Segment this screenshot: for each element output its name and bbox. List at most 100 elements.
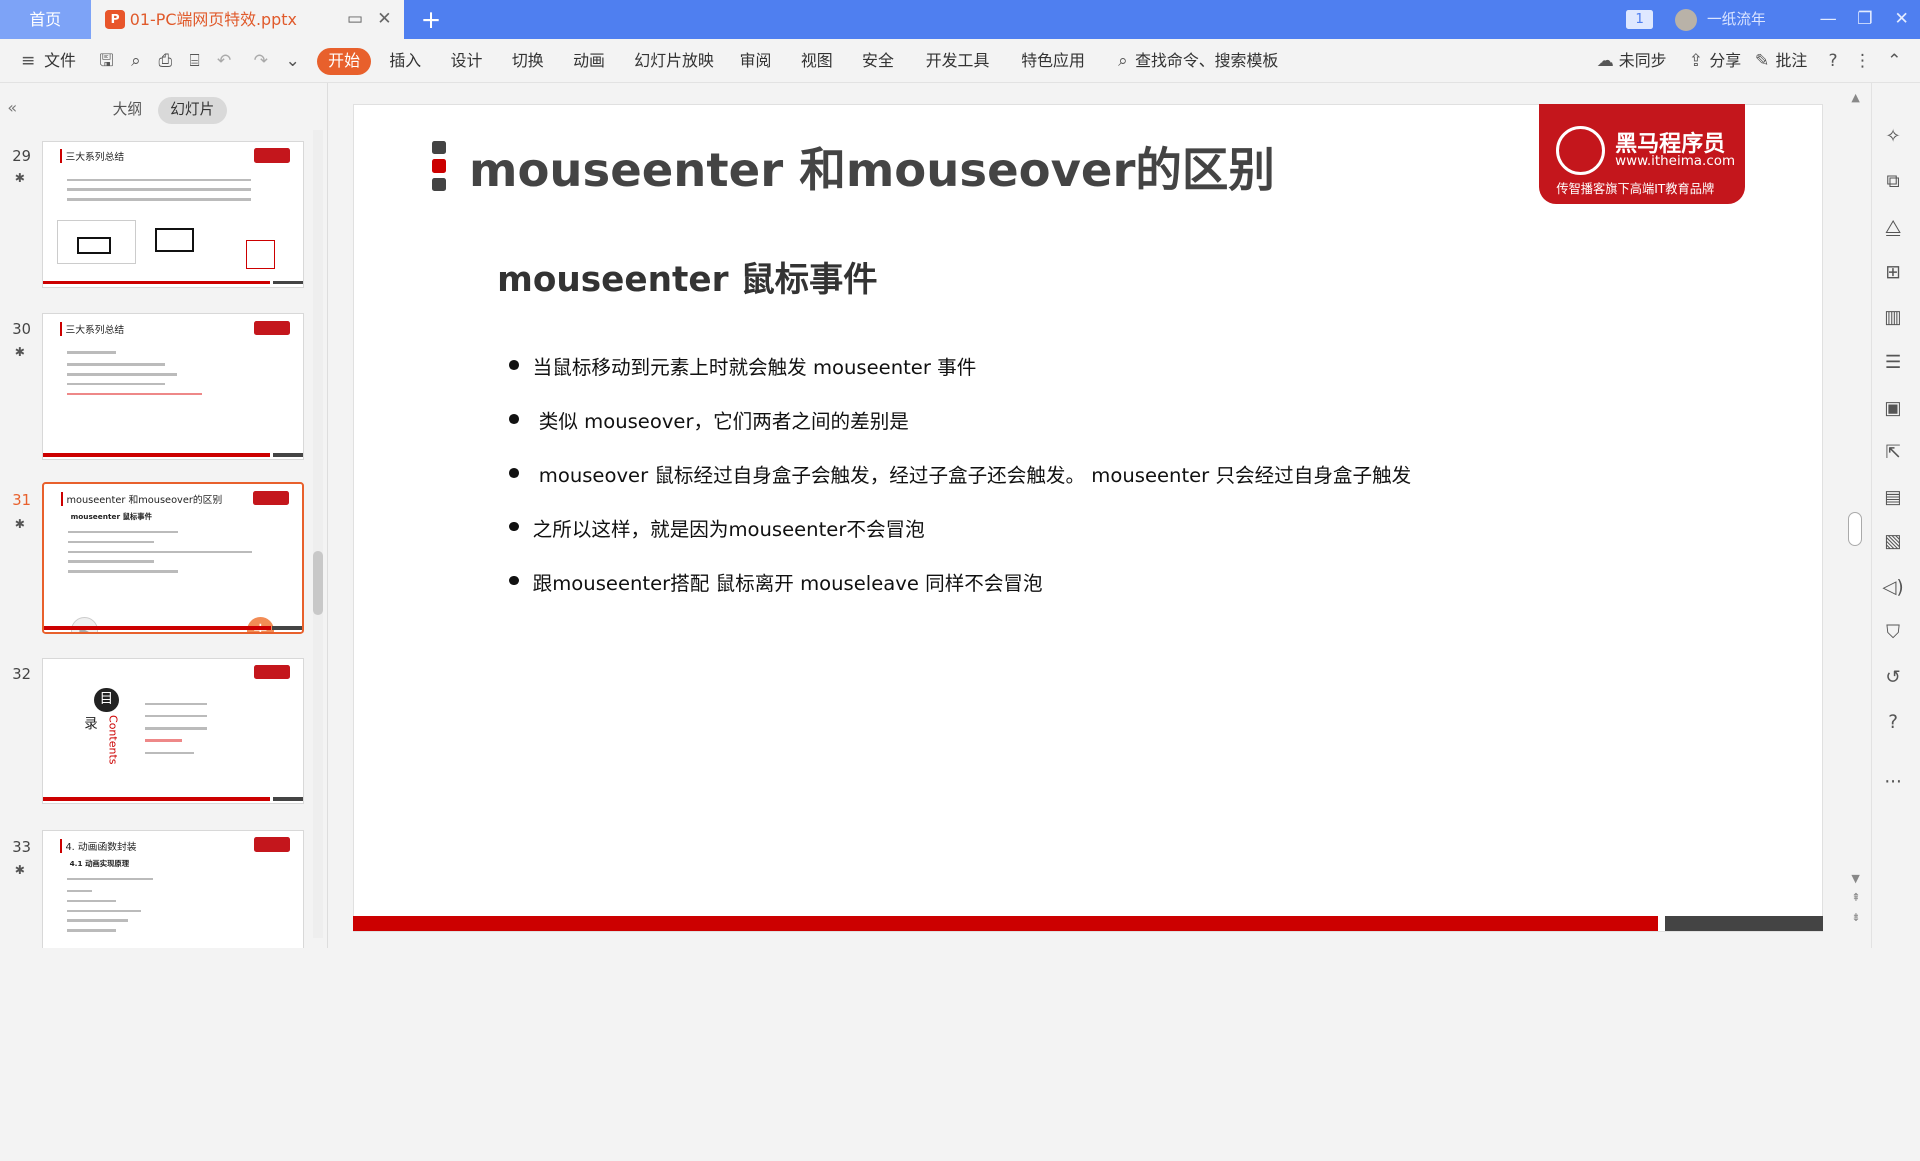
slide-subtitle[interactable]: mouseenter 鼠标事件 — [497, 251, 877, 301]
help-icon[interactable]: ? — [1822, 50, 1844, 72]
sync-status[interactable]: 未同步 — [1619, 39, 1667, 83]
animation-star-icon: ✱ — [14, 171, 25, 186]
tab-developer[interactable]: 开发工具 — [926, 39, 990, 83]
export-icon[interactable]: ⇱ — [1881, 441, 1905, 465]
tab-start[interactable]: 开始 — [317, 47, 372, 75]
layout-grid-icon[interactable]: ⊞ — [1881, 261, 1905, 285]
tab-insert[interactable]: 插入 — [389, 39, 421, 83]
thumb-toc-char2: 录 — [84, 717, 98, 733]
scroll-up-arrow-icon[interactable]: ▲ — [1851, 91, 1859, 104]
bullet-text-5[interactable]: 跟mouseenter搭配 鼠标离开 mouseleave 同样不会冒泡 — [533, 567, 1043, 596]
layers-icon[interactable]: ⧋ — [1881, 216, 1905, 240]
slide-title[interactable]: mouseenter 和mouseover的区别 — [469, 133, 1275, 200]
thumbnail-scrollbar-thumb[interactable] — [313, 551, 324, 615]
cloud-sync-icon[interactable]: ☁ — [1594, 50, 1616, 72]
share-button[interactable]: 分享 — [1709, 39, 1741, 83]
file-menu[interactable]: 文件 — [44, 39, 76, 83]
animation-star-icon: ✱ — [14, 516, 25, 531]
tab-home[interactable]: 首页 — [0, 0, 91, 40]
gallery-icon[interactable]: ▣ — [1881, 397, 1905, 421]
magic-wand-icon[interactable]: ✧ — [1881, 125, 1905, 149]
format-painter-icon[interactable]: ⌕ — [125, 50, 147, 72]
slide-thumbnail-33[interactable]: 4. 动画函数封装 4.1 动画实现原理 — [41, 830, 304, 948]
slide-scrollbar[interactable]: ▲ ▼ ⇞ ⇟ — [1847, 83, 1867, 947]
settings-sliders-icon[interactable]: ☰ — [1881, 351, 1905, 375]
tab-design[interactable]: 设计 — [451, 39, 483, 83]
logo-tagline: 传智播客旗下高端IT教育品牌 — [1556, 181, 1715, 196]
tab-document[interactable]: P 01-PC端网页特效.pptx ▭ ✕ — [90, 0, 405, 40]
avatar[interactable] — [1675, 8, 1698, 31]
customize-chevron-icon[interactable]: ⌄ — [282, 50, 304, 72]
thumbnail-scrollbar[interactable] — [313, 129, 324, 938]
command-search[interactable]: 查找命令、搜索模板 — [1135, 39, 1278, 83]
undo-icon[interactable]: ↶ — [213, 50, 235, 72]
thumb-subtitle: 4.1 动画实现原理 — [69, 859, 130, 869]
minimize-icon[interactable]: — — [1815, 7, 1842, 31]
more-icon[interactable]: ··· — [1881, 771, 1905, 795]
collapse-pane-icon[interactable]: « — [7, 98, 17, 117]
tab-slides[interactable]: 幻灯片 — [157, 96, 227, 124]
save-icon[interactable]: 🖫 — [96, 50, 118, 72]
bullet-dot — [509, 360, 520, 370]
bullet-text-3[interactable]: mouseover 鼠标经过自身盒子会触发，经过子盒子还会触发。 mouseen… — [539, 459, 1411, 488]
slide-number: 29 — [12, 148, 31, 166]
redo-icon[interactable]: ↷ — [250, 50, 272, 72]
slide-thumbnail-31-selected[interactable]: mouseenter 和mouseover的区别 mouseenter 鼠标事件… — [41, 482, 304, 635]
thumb-toc-char: 目 — [94, 687, 119, 713]
next-slide-icon[interactable]: ⇟ — [1851, 911, 1860, 924]
tab-view[interactable]: 视图 — [801, 39, 833, 83]
restore-icon[interactable]: ❐ — [1851, 7, 1878, 31]
close-window-icon[interactable]: ✕ — [1888, 7, 1915, 31]
chart-icon[interactable]: ▥ — [1881, 306, 1905, 330]
ppt-file-icon: P — [105, 9, 125, 30]
search-icon[interactable]: ⌕ — [1112, 50, 1134, 72]
close-tab-icon[interactable]: ✕ — [372, 7, 396, 31]
page-badge[interactable]: 1 — [1626, 9, 1654, 30]
comment-button[interactable]: 批注 — [1776, 39, 1808, 83]
tab-transitions[interactable]: 切换 — [512, 39, 544, 83]
prev-slide-icon[interactable]: ⇞ — [1851, 891, 1860, 904]
tab-security[interactable]: 安全 — [862, 39, 894, 83]
pane-tabs: « 大纲 幻灯片 — [0, 83, 328, 130]
slide-thumbnail-32[interactable]: 目 录 Contents — [41, 657, 304, 805]
audio-icon[interactable]: ◁) — [1881, 576, 1905, 600]
bullet-text-1[interactable]: 当鼠标移动到元素上时就会触发 mouseenter 事件 — [533, 351, 977, 380]
slide-footer-bar-dark — [1665, 915, 1824, 931]
slide-footer-bar-red — [352, 915, 1658, 931]
backup-shield-icon[interactable]: ⛉ — [1881, 621, 1905, 645]
scroll-down-arrow-icon[interactable]: ▼ — [1851, 872, 1859, 885]
print-icon[interactable]: ⎙ — [154, 50, 176, 72]
collapse-ribbon-icon[interactable]: ⌃ — [1883, 50, 1905, 72]
tab-special[interactable]: 特色应用 — [1021, 39, 1085, 83]
archive-icon[interactable]: ▤ — [1881, 486, 1905, 510]
tab-review[interactable]: 审阅 — [740, 39, 772, 83]
slide-thumbnail-30[interactable]: 三大系列总结 — [41, 313, 304, 461]
help-circle-icon[interactable]: ? — [1881, 711, 1905, 735]
scrollbar-thumb[interactable] — [1847, 511, 1863, 547]
transition-icon[interactable]: ⧉ — [1881, 170, 1905, 194]
bullet-dot — [509, 413, 520, 424]
more-options-icon[interactable]: ⋮ — [1851, 50, 1873, 72]
hamburger-menu-icon[interactable]: ≡ — [17, 50, 39, 72]
history-icon[interactable]: ↺ — [1881, 666, 1905, 690]
share-icon[interactable]: ⇪ — [1685, 50, 1707, 72]
tab-outline[interactable]: 大纲 — [103, 97, 152, 124]
title-marker-icon — [432, 159, 446, 173]
bullet-dot — [509, 467, 520, 478]
print-preview-icon[interactable]: ⌸ — [184, 50, 206, 72]
image-icon[interactable]: ▧ — [1881, 530, 1905, 554]
window-icon[interactable]: ▭ — [343, 7, 367, 31]
ribbon-toolbar: ≡ 文件 🖫 ⌕ ⎙ ⌸ ↶ ↷ ⌄ 开始 插入 设计 切换 动画 幻灯片放映 … — [0, 39, 1920, 84]
new-tab-plus-icon[interactable]: + — [416, 5, 445, 34]
thumb-logo — [253, 320, 291, 336]
tab-slideshow[interactable]: 幻灯片放映 — [634, 39, 714, 83]
thumb-title: 三大系列总结 — [59, 321, 124, 336]
bullet-text-2[interactable]: 类似 mouseover，它们两者之间的差别是 — [539, 405, 909, 434]
bullet-text-4[interactable]: 之所以这样，就是因为mouseenter不会冒泡 — [533, 513, 925, 542]
comment-icon[interactable]: ✎ — [1751, 50, 1773, 72]
tab-animations[interactable]: 动画 — [573, 39, 605, 83]
user-name[interactable]: 一纸流年 — [1707, 0, 1766, 39]
tab-document-label: 01-PC端网页特效.pptx — [129, 10, 297, 29]
slide-number: 33 — [12, 838, 31, 856]
slide-thumbnail-29[interactable]: 三大系列总结 — [41, 140, 304, 288]
